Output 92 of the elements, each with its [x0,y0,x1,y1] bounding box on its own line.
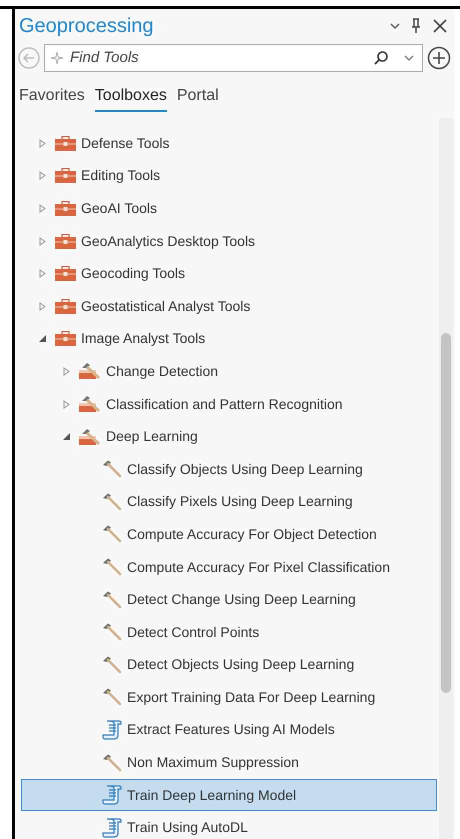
add-icon[interactable] [427,46,451,70]
hammer-icon [102,623,122,642]
tree-item[interactable]: Image Analyst Tools [15,322,437,356]
toolbox-icon [55,298,76,314]
collapse-icon[interactable] [38,334,47,344]
pin-icon[interactable] [411,18,421,34]
expand-icon[interactable] [38,138,47,148]
tree-item-label: Compute Accuracy For Object Detection [127,524,377,544]
tree-item-label: Defense Tools [81,134,170,153]
tree-item[interactable]: Compute Accuracy For Pixel Classification [21,550,437,584]
toolset-icon [79,362,101,380]
scrollbar[interactable] [439,118,453,839]
script-icon [102,785,122,806]
tree-item[interactable]: Extract Features Using AI Models [21,714,437,746]
tree-item-label: Detect Control Points [127,622,260,642]
tree-item[interactable]: GeoAI Tools [15,192,437,225]
toolset-icon [79,428,101,446]
tree-item-label: Editing Tools [81,166,160,186]
tree-item-label: Geostatistical Analyst Tools [81,296,250,316]
tree-item-label: Classify Pixels Using Deep Learning [127,492,353,512]
tree-item[interactable]: Geostatistical Analyst Tools [15,290,437,323]
collapse-icon[interactable] [62,432,71,442]
tree-item-label: Change Detection [106,362,218,381]
script-icon [102,720,122,740]
toolbox-icon [55,136,76,151]
tree-item[interactable]: Classify Objects Using Deep Learning [21,452,437,486]
tree-item-label: Image Analyst Tools [81,329,206,348]
expand-icon[interactable] [62,400,71,409]
toolbox-icon [55,331,76,346]
tree-item-label: Train Using AutoDL [127,818,248,838]
tree-item-label: Train Deep Learning Model [127,786,296,805]
pane-title: Geoprocessing [19,14,155,39]
tree-item[interactable]: Compute Accuracy For Object Detection [21,518,437,551]
tree-item[interactable]: Detect Change Using Deep Learning [21,583,437,616]
scrollbar-thumb[interactable] [441,333,451,693]
tree-item[interactable]: Deep Learning [15,420,437,453]
tree-item[interactable]: Geocoding Tools [15,257,437,290]
tab[interactable]: Toolboxes [94,84,167,112]
search-icon[interactable] [373,50,389,66]
tab[interactable]: Favorites [19,84,85,112]
hammer-icon [102,460,122,478]
sparkle-icon [50,51,64,65]
expand-icon[interactable] [38,269,47,278]
tree-item[interactable]: Non Maximum Suppression [21,746,437,779]
back-icon[interactable] [18,47,40,69]
hammer-icon [102,688,122,706]
tree-item-label: Detect Change Using Deep Learning [127,590,356,610]
chevron-down-icon[interactable] [389,22,401,30]
tree-item[interactable]: Detect Control Points [21,616,437,648]
script-icon [102,818,122,838]
tree-item-label: GeoAI Tools [81,198,158,218]
tree-item-label: Deep Learning [106,427,198,446]
tree-item-label: Geocoding Tools [81,264,186,284]
tree-item[interactable]: Train Using AutoDL [21,811,437,839]
close-icon[interactable] [433,19,447,33]
dropdown-icon[interactable] [403,54,415,62]
tree-item[interactable]: Train Deep Learning Model [21,778,437,812]
hammer-icon [102,558,122,576]
expand-icon[interactable] [38,204,47,213]
search-input[interactable]: Find Tools [70,46,367,70]
tree-item[interactable]: Defense Tools [15,127,437,160]
expand-icon[interactable] [62,366,71,376]
tree-item[interactable]: Export Training Data For Deep Learning [21,681,437,714]
search-field[interactable]: Find Tools [44,44,423,72]
expand-icon[interactable] [38,236,47,246]
hammer-icon [102,656,122,674]
hammer-icon [102,590,122,609]
toolbox-icon [55,266,76,282]
tree-item-label: Export Training Data For Deep Learning [127,688,376,707]
tree-item[interactable]: Classify Pixels Using Deep Learning [21,486,437,518]
tree-item-label: Classify Objects Using Deep Learning [127,460,363,479]
tree-item-label: Compute Accuracy For Pixel Classification [127,558,390,577]
tree-item-label: GeoAnalytics Desktop Tools [81,232,256,251]
tree-item-label: Detect Objects Using Deep Learning [127,655,354,674]
tree-item[interactable]: GeoAnalytics Desktop Tools [15,224,437,258]
expand-icon[interactable] [38,302,47,311]
tree-item[interactable]: Editing Tools [15,160,437,192]
hammer-icon [102,754,122,772]
hammer-icon [102,492,122,511]
hammer-icon [102,525,122,544]
tab[interactable]: Portal [176,84,219,112]
tree-item[interactable]: Detect Objects Using Deep Learning [21,648,437,682]
tree-item-label: Classification and Pattern Recognition [106,394,343,414]
expand-icon[interactable] [38,171,47,180]
tree-item-label: Non Maximum Suppression [127,753,299,772]
toolset-icon [79,395,101,414]
toolbox-icon [55,200,76,216]
tree-item[interactable]: Classification and Pattern Recognition [15,388,437,420]
tree-item-label: Extract Features Using AI Models [127,720,335,740]
toolbox-icon [55,168,76,184]
toolbox-icon [55,234,76,249]
tree-item[interactable]: Change Detection [15,355,437,388]
